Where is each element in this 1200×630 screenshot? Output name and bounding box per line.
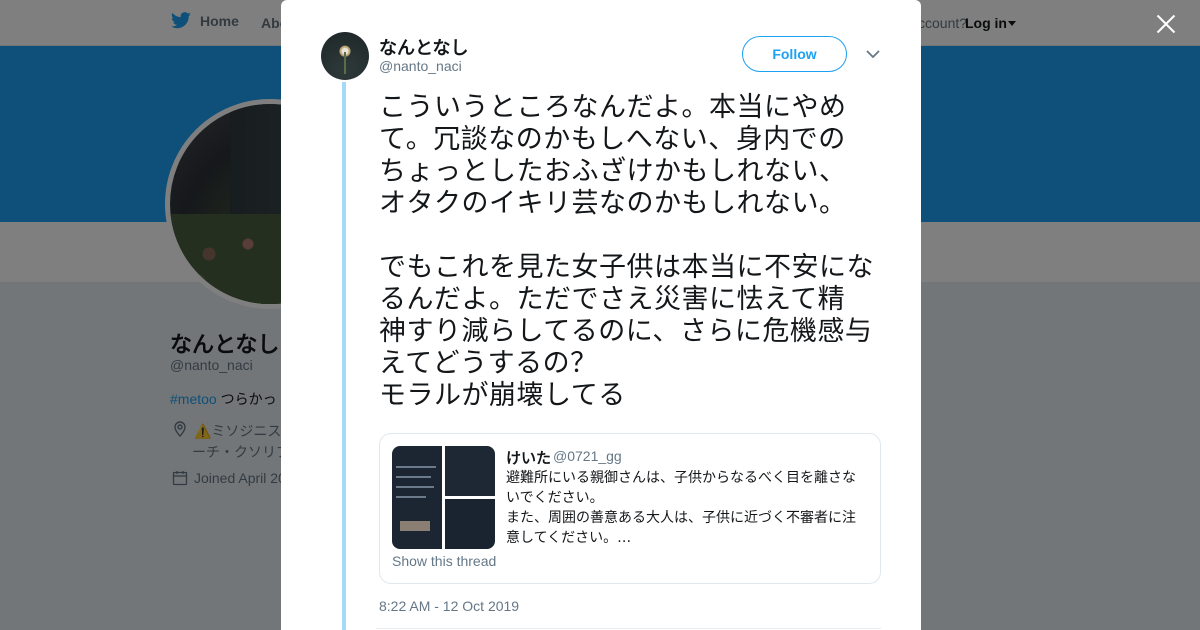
thread-line <box>342 82 346 630</box>
follow-button[interactable]: Follow <box>742 36 847 72</box>
media-thumbnail-2[interactable] <box>445 446 495 496</box>
media-thumbnail-3[interactable] <box>445 499 495 549</box>
tweet-author-handle[interactable]: @nanto_naci <box>379 58 462 74</box>
media-line <box>396 486 434 488</box>
tweet-modal: なんとなし @nanto_naci Follow こういうところなんだよ。本当に… <box>281 0 921 630</box>
media-line <box>396 466 436 468</box>
show-thread-link[interactable]: Show this thread <box>392 553 496 569</box>
quoted-tweet-text: 避難所にいる親御さんは、子供からなるべく目を離さな いでください。 また、周囲の… <box>506 470 856 546</box>
media-line <box>396 476 431 478</box>
tweet-timestamp[interactable]: 8:22 AM - 12 Oct 2019 <box>379 598 519 614</box>
media-thumbnail-1[interactable] <box>392 446 442 549</box>
tweet-text: こういうところなんだよ。本当にやめ て。冗談なのかもしへない、身内での ちょっと… <box>379 92 874 411</box>
avatar-flower-stem <box>344 52 346 74</box>
quoted-author-name: けいた <box>506 450 552 467</box>
divider <box>376 628 881 629</box>
chevron-down-icon[interactable] <box>865 48 881 60</box>
media-line <box>396 496 426 498</box>
quoted-tweet[interactable]: けいた @0721_gg 避難所にいる親御さんは、子供からなるべく目を離さな い… <box>379 433 881 584</box>
tweet-author-avatar[interactable] <box>321 32 369 80</box>
tweet-author-name[interactable]: なんとなし <box>379 34 468 60</box>
quoted-author-handle: @0721_gg <box>553 448 622 464</box>
quoted-tweet-media[interactable] <box>392 446 495 549</box>
close-icon[interactable] <box>1154 12 1178 36</box>
